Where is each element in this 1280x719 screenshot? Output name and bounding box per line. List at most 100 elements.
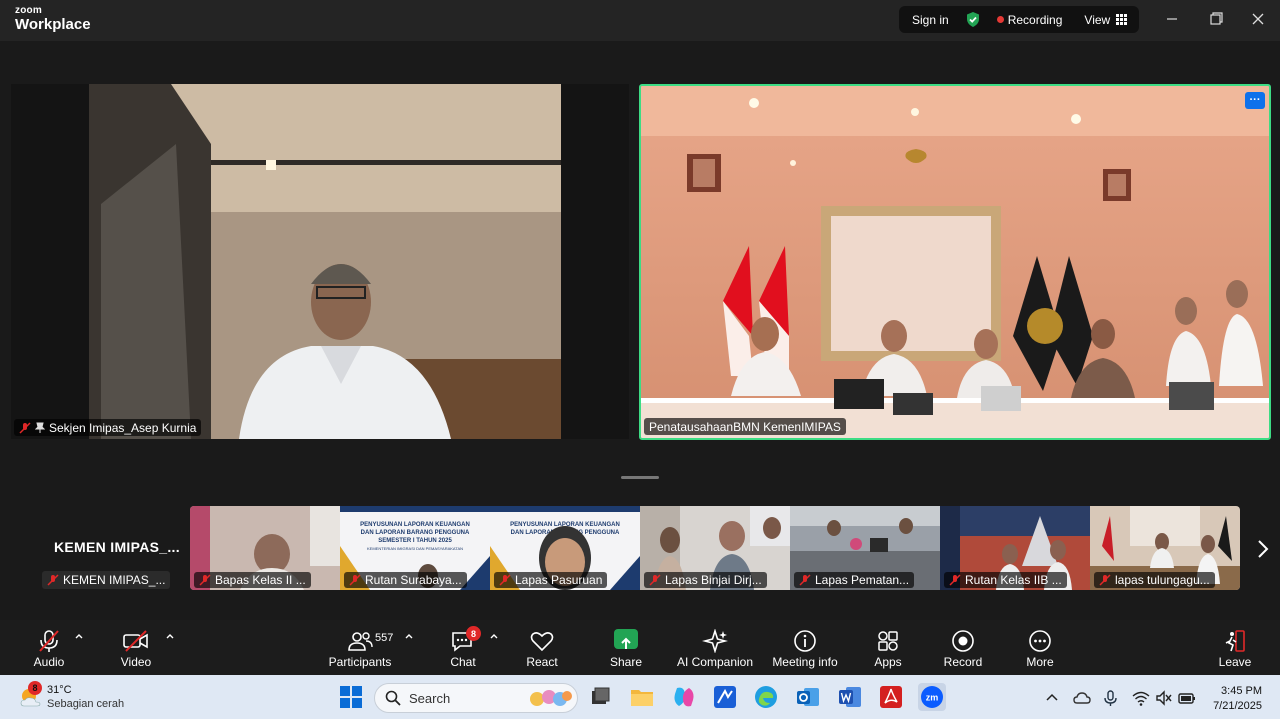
slide-line2: DAN LAPORAN BARANG PENGGUNA [361,530,470,536]
mic-muted-icon [949,574,961,586]
participant-thumbnail[interactable]: lapas tulungagu... [1090,506,1240,590]
close-icon[interactable] [1248,10,1268,28]
ai-companion-button[interactable]: AI Companion [675,620,755,675]
react-button[interactable]: React [520,620,564,675]
chevron-right-icon[interactable] [1253,538,1273,560]
zoom-window: zoom Workplace Sign in Recording View Se… [0,0,1280,719]
logo-line2: Workplace [15,16,91,33]
zoom-logo: zoom Workplace [15,5,91,33]
audio-options-chevron-up-icon[interactable] [74,632,84,640]
wifi-icon[interactable] [1132,689,1150,707]
chat-options-chevron-up-icon[interactable] [489,632,499,640]
leave-button[interactable]: Leave [1213,620,1257,675]
outlook-icon[interactable] [795,684,821,710]
taskbar-search-box[interactable]: Search [374,683,578,713]
share-label: Share [609,655,643,669]
share-button[interactable]: Share [604,620,648,675]
audio-button[interactable]: Audio [23,620,75,675]
app-blue-icon[interactable] [712,684,738,710]
self-tile[interactable]: KEMEN IMIPAS_... KEMEN IMIPAS_... [42,534,187,590]
mic-in-use-icon[interactable] [1101,689,1121,707]
microphone-muted-icon [39,630,59,652]
participant-thumbnail[interactable]: Rutan Kelas IIB ... [940,506,1090,590]
maximize-icon[interactable] [1205,10,1225,28]
chevron-up-icon[interactable] [1045,689,1059,707]
participant-name: Lapas Binjai Dirj... [665,573,762,587]
mic-muted-icon [19,421,31,434]
meeting-info-button[interactable]: Meeting info [769,620,841,675]
view-button[interactable]: View [1084,13,1110,27]
participant-name-label: Lapas Pasuruan [494,572,608,588]
minimize-icon[interactable] [1162,10,1182,28]
windows-start-icon[interactable] [338,684,364,710]
sign-in-button[interactable]: Sign in [912,13,949,27]
cloud-sync-icon[interactable] [1073,689,1091,707]
battery-icon[interactable] [1178,689,1196,707]
participants-label: Participants [328,655,392,669]
video-tile-penatausahaan[interactable]: ··· PenatausahaanBMN KemenIMIPAS [639,84,1271,440]
video-options-chevron-up-icon[interactable] [165,632,175,640]
participant-strip: Bapas Kelas II ... PENYUSUNAN LAPORAN KE… [190,506,1240,590]
participant-thumbnail[interactable]: PENYUSUNAN LAPORAN KEUANGAN DAN LAPORAN … [340,506,490,590]
participants-options-chevron-up-icon[interactable] [404,632,414,640]
react-label: React [526,655,558,669]
zoom-app-icon[interactable]: zm [918,683,946,711]
participant-name: Lapas Pematan... [815,573,910,587]
participant-name: Rutan Kelas IIB ... [965,573,1062,587]
participants-icon [348,632,373,651]
participants-count: 557 [375,632,394,644]
leave-label: Leave [1218,655,1252,669]
video-label: Video [120,655,152,669]
participant-thumbnail[interactable]: Bapas Kelas II ... [190,506,340,590]
acrobat-reader-icon[interactable] [878,684,904,710]
mic-muted-icon [199,574,211,586]
participant-name: Sekjen Imipas_Asep Kurnia [49,420,197,435]
task-view-icon[interactable] [587,684,613,710]
apps-button[interactable]: Apps [866,620,910,675]
info-icon [794,630,816,652]
chat-unread-badge: 8 [466,626,481,641]
encryption-shield-icon[interactable] [965,11,981,28]
system-clock[interactable]: 3:45 PM 7/21/2025 [1213,684,1262,714]
participant-name: lapas tulungagu... [1115,573,1210,587]
title-bar: zoom Workplace Sign in Recording View [0,0,1280,41]
resize-handle[interactable] [621,476,659,479]
mic-muted-icon [499,574,511,586]
ai-sparkle-icon [702,629,728,653]
apps-icon [878,631,898,651]
participant-name-label: Bapas Kelas II ... [194,572,311,588]
grid-view-icon[interactable] [1116,14,1128,25]
video-tile-sekjen[interactable]: Sekjen Imipas_Asep Kurnia [11,84,629,439]
search-highlight-icon [530,690,572,706]
record-button[interactable]: Record [940,620,986,675]
participant-video [641,86,1269,438]
logo-line1: zoom [15,5,42,16]
recording-indicator[interactable]: Recording [1008,13,1063,27]
copilot-icon[interactable] [671,684,697,710]
participant-name-label: Rutan Surabaya... [344,572,467,588]
slide-line4: KEMENTERIAN IMIGRASI DAN PEMASYARAKATAN [367,546,463,551]
record-icon [952,630,974,652]
participants-button[interactable]: Participants [328,620,392,675]
speaker-muted-icon[interactable] [1155,689,1173,707]
video-camera-off-icon [123,630,148,652]
mic-muted-icon [47,574,59,586]
apps-label: Apps [874,655,902,669]
more-button[interactable]: More [1018,620,1062,675]
meeting-info-label: Meeting info [772,655,838,669]
participant-thumbnail[interactable]: PENYUSUNAN LAPORAN KEUANGAN DAN LAPORAN … [490,506,640,590]
participant-thumbnail[interactable]: Lapas Binjai Dirj... [640,506,790,590]
search-icon [385,690,401,706]
heart-icon [530,632,554,652]
clock-date: 7/21/2025 [1213,700,1262,712]
video-button[interactable]: Video [110,620,162,675]
participant-thumbnail[interactable]: Lapas Pematan... [790,506,940,590]
participant-name-label: lapas tulungagu... [1094,572,1215,588]
ai-companion-label: AI Companion [676,655,754,669]
participant-name: PenatausahaanBMN KemenIMIPAS [649,419,841,434]
edge-browser-icon[interactable] [753,684,779,710]
tile-more-button[interactable]: ··· [1245,92,1265,109]
clock-time: 3:45 PM [1221,685,1262,697]
word-icon[interactable] [837,684,863,710]
file-explorer-icon[interactable] [629,684,655,710]
